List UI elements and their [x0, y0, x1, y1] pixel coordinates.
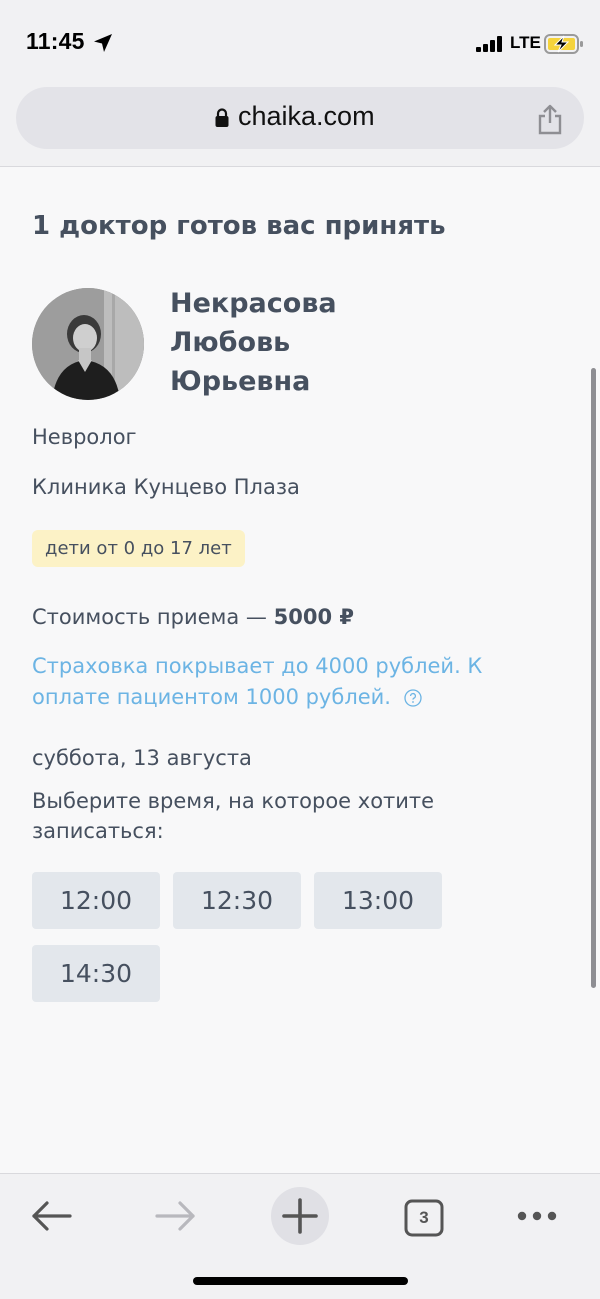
share-icon[interactable] — [536, 103, 564, 135]
age-badge: дети от 0 до 17 лет — [32, 530, 245, 567]
time-slot-button[interactable]: 14:30 — [32, 945, 160, 1002]
time-slot-button[interactable]: 13:00 — [314, 872, 442, 929]
status-bar: 11:45 LTE — [0, 0, 600, 80]
price-label: Стоимость приема — — [32, 605, 274, 629]
network-label: LTE — [510, 33, 541, 52]
appointment-date: суббота, 13 августа — [32, 746, 252, 770]
doctor-specialty: Невролог — [32, 425, 137, 449]
doctor-photo — [32, 288, 144, 400]
price-line: Стоимость приема — 5000 ₽ — [32, 605, 354, 629]
help-icon[interactable] — [404, 689, 422, 707]
doctor-avatar — [32, 288, 144, 400]
page-title: 1 доктор готов вас принять — [32, 211, 446, 241]
new-tab-plus-icon[interactable] — [268, 1184, 332, 1248]
location-arrow-icon — [94, 34, 112, 52]
insurance-note: Страховка покрывает до 4000 рублей. К оп… — [32, 651, 552, 713]
scrollbar[interactable] — [591, 368, 596, 988]
tabs-count: 3 — [419, 1208, 429, 1227]
lock-icon — [215, 108, 229, 127]
url-text[interactable]: chaika.com — [238, 101, 375, 132]
address-bar[interactable]: chaika.com — [16, 87, 584, 149]
battery-charging-icon — [544, 34, 583, 54]
home-indicator — [193, 1277, 408, 1285]
tabs-button[interactable]: 3 — [392, 1184, 456, 1248]
more-icon[interactable] — [505, 1184, 569, 1248]
signal-icon — [476, 36, 502, 52]
status-time: 11:45 — [26, 28, 85, 54]
clinic-name: Клиника Кунцево Плаза — [32, 475, 300, 499]
time-slot-button[interactable]: 12:30 — [173, 872, 301, 929]
browser-top-bar: chaika.com — [0, 80, 600, 167]
time-slot-button[interactable]: 12:00 — [32, 872, 160, 929]
price-value: 5000 ₽ — [273, 605, 354, 629]
back-arrow-icon[interactable] — [20, 1184, 84, 1248]
time-instruction: Выберите время, на которое хотите записа… — [32, 789, 435, 843]
doctor-name[interactable]: Некрасова Любовь Юрьевна — [170, 284, 430, 401]
page-content: 1 доктор готов вас принять Некрасова Люб… — [0, 167, 600, 1173]
forward-arrow-icon[interactable] — [143, 1184, 207, 1248]
